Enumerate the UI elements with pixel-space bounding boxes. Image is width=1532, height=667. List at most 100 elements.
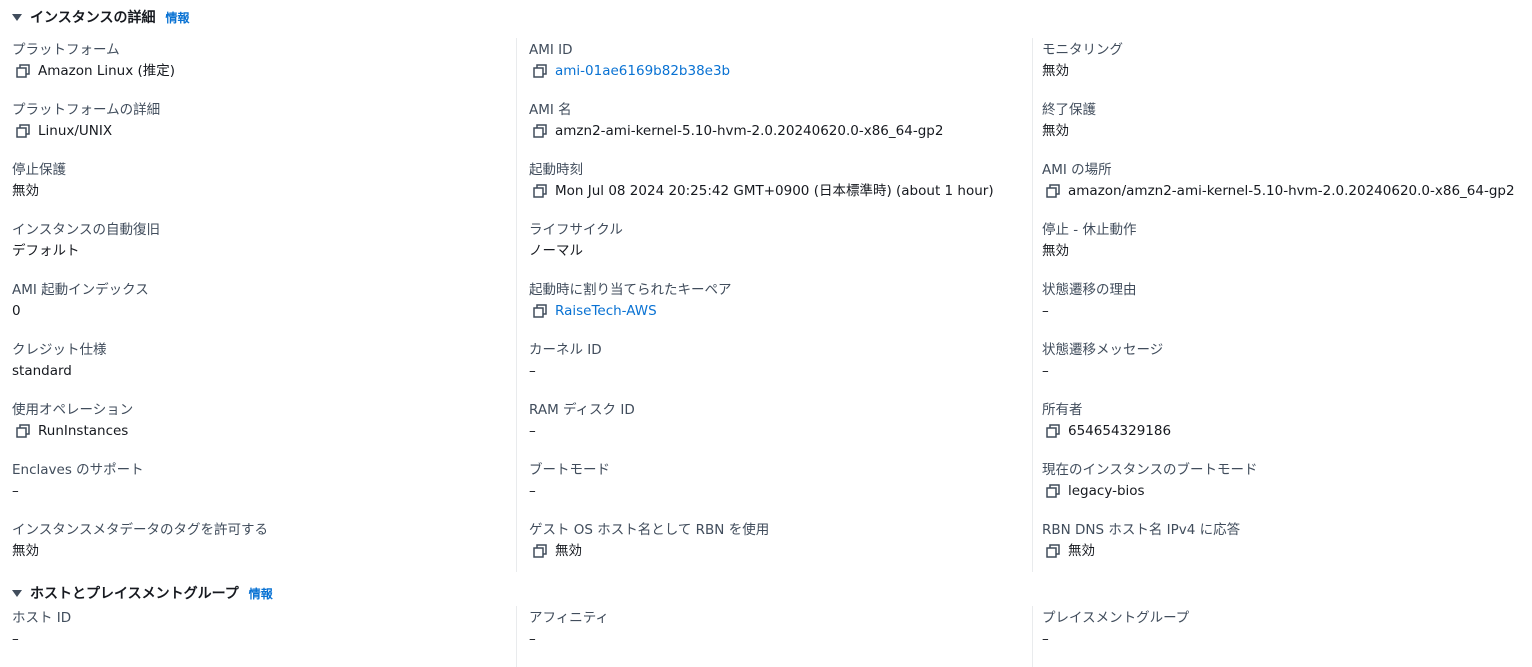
field-label: 終了保護: [1042, 102, 1096, 118]
caret-down-icon[interactable]: [12, 13, 22, 21]
field-label: カーネル ID: [529, 342, 602, 358]
field-label: ゲスト OS ホスト名として RBN を使用: [529, 522, 770, 538]
copy-icon[interactable]: [533, 184, 547, 198]
instance-details-info-link[interactable]: 情報: [165, 9, 189, 26]
copy-icon[interactable]: [1046, 544, 1060, 558]
field-instance-details-2-8: RBN DNS ホスト名 IPv4 に応答無効: [1042, 518, 1532, 578]
field-value: –: [1042, 363, 1049, 379]
field-label: 停止 - 休止動作: [1042, 222, 1137, 238]
field-value-row: amzn2-ami-kernel-5.10-hvm-2.0.20240620.0…: [529, 120, 1032, 142]
field-instance-details-1-2: 起動時刻 Mon Jul 08 2024 20:25:42 GMT+0900 (日…: [529, 158, 1032, 218]
field-value-row: 0: [12, 300, 516, 322]
instance-details-column-1: プラットフォーム Amazon Linux (推定) プラットフォームの詳細 Linu…: [0, 38, 516, 572]
field-instance-details-1-7: ブートモード –: [529, 458, 1032, 518]
field-value: Mon Jul 08 2024 20:25:42 GMT+0900 (日本標準時…: [555, 183, 994, 199]
field-label: ホスト ID: [12, 610, 72, 626]
host-placement-column-2: アフィニティ –: [516, 606, 1032, 667]
field-value: 無効: [1042, 63, 1069, 79]
field-value-row: ノーマル: [529, 240, 1032, 262]
copy-icon[interactable]: [16, 124, 30, 138]
field-host-placement-1-0: アフィニティ –: [529, 606, 1032, 666]
field-instance-details-1-8: ゲスト OS ホスト名として RBN を使用無効: [529, 518, 1032, 578]
field-label: プラットフォーム: [12, 42, 120, 58]
field-value-row: 無効: [12, 540, 516, 562]
host-placement-info-link[interactable]: 情報: [249, 585, 273, 602]
field-value-row: RaiseTech-AWS: [529, 300, 1032, 322]
field-value: Linux/UNIX: [38, 123, 113, 139]
field-value-row: –: [12, 480, 516, 502]
caret-down-icon[interactable]: [12, 589, 22, 597]
field-label: プラットフォームの詳細: [12, 102, 161, 118]
field-value: –: [12, 483, 19, 499]
field-instance-details-2-4: 状態遷移の理由 –: [1042, 278, 1532, 338]
instance-details-header: インスタンスの詳細 情報: [12, 6, 189, 28]
field-value-row: amazon/amzn2-ami-kernel-5.10-hvm-2.0.202…: [1042, 180, 1532, 202]
field-value-row: –: [12, 628, 516, 650]
field-label: 停止保護: [12, 162, 66, 178]
field-value-row: 無効: [1042, 120, 1532, 142]
field-value: Amazon Linux (推定): [38, 63, 176, 79]
copy-icon[interactable]: [1046, 424, 1060, 438]
field-label: インスタンスの自動復旧: [12, 222, 160, 238]
field-value-row: –: [1042, 300, 1532, 322]
field-value-row: legacy-bios: [1042, 480, 1532, 502]
field-value-row: RunInstances: [12, 420, 516, 442]
field-value: –: [529, 483, 536, 499]
field-value-row: 無効: [12, 180, 516, 202]
copy-icon[interactable]: [16, 64, 30, 78]
field-label: クレジット仕様: [12, 342, 107, 358]
field-instance-details-1-5: カーネル ID –: [529, 338, 1032, 398]
field-value-link[interactable]: ami-01ae6169b82b38e3b: [555, 60, 730, 82]
field-label: 状態遷移の理由: [1042, 282, 1137, 298]
field-value-row: –: [529, 480, 1032, 502]
field-value: –: [1042, 303, 1049, 319]
instance-details-grid: プラットフォーム Amazon Linux (推定) プラットフォームの詳細 Linu…: [0, 38, 1532, 572]
field-instance-details-0-0: プラットフォーム Amazon Linux (推定): [12, 38, 516, 98]
field-instance-details-2-6: 所有者 654654329186: [1042, 398, 1532, 458]
field-instance-details-0-3: インスタンスの自動復旧デフォルト: [12, 218, 516, 278]
field-value-link[interactable]: RaiseTech-AWS: [555, 300, 657, 322]
copy-icon[interactable]: [16, 424, 30, 438]
field-value-row: –: [1042, 360, 1532, 382]
field-value: –: [1042, 631, 1049, 647]
field-value-row: 無効: [1042, 240, 1532, 262]
instance-details-column-2: AMI ID ami-01ae6169b82b38e3b AMI 名 amzn2-am…: [516, 38, 1032, 572]
field-value: 無効: [12, 183, 39, 199]
field-value: RunInstances: [38, 423, 129, 439]
field-label: ライフサイクル: [529, 222, 623, 238]
field-instance-details-2-2: AMI の場所 amazon/amzn2-ami-kernel-5.10-hvm-…: [1042, 158, 1532, 218]
field-label: RBN DNS ホスト名 IPv4 に応答: [1042, 522, 1241, 538]
copy-icon[interactable]: [533, 64, 547, 78]
field-value: legacy-bios: [1068, 483, 1145, 499]
copy-icon[interactable]: [533, 304, 547, 318]
field-value: 無効: [12, 543, 39, 559]
field-value: 無効: [1042, 243, 1069, 259]
field-instance-details-0-4: AMI 起動インデックス 0: [12, 278, 516, 338]
field-value-row: 無効: [529, 540, 1032, 562]
field-value: 無効: [1068, 543, 1095, 559]
field-value: ノーマル: [529, 243, 583, 259]
field-value-row: Amazon Linux (推定): [12, 60, 516, 82]
copy-icon[interactable]: [1046, 484, 1060, 498]
field-label: AMI 起動インデックス: [12, 282, 149, 298]
field-value-row: standard: [12, 360, 516, 382]
copy-icon[interactable]: [533, 124, 547, 138]
field-host-placement-2-0: プレイスメントグループ –: [1042, 606, 1532, 666]
host-placement-grid: ホスト ID – アフィニティ – プレイスメントグループ –: [0, 606, 1532, 667]
field-label: AMI 名: [529, 102, 572, 118]
field-instance-details-1-6: RAM ディスク ID –: [529, 398, 1032, 458]
field-value-row: デフォルト: [12, 240, 516, 262]
field-instance-details-1-3: ライフサイクル ノーマル: [529, 218, 1032, 278]
copy-icon[interactable]: [533, 544, 547, 558]
field-value: –: [529, 363, 536, 379]
field-value: amazon/amzn2-ami-kernel-5.10-hvm-2.0.202…: [1068, 183, 1515, 199]
field-instance-details-0-7: Enclaves のサポート –: [12, 458, 516, 518]
host-placement-header: ホストとプレイスメントグループ 情報: [12, 582, 273, 604]
field-label: モニタリング: [1042, 42, 1123, 58]
field-label: 起動時に割り当てられたキーペア: [529, 282, 732, 298]
field-label: 使用オペレーション: [12, 402, 134, 418]
field-value: 654654329186: [1068, 423, 1172, 439]
copy-icon[interactable]: [1046, 184, 1060, 198]
field-instance-details-0-1: プラットフォームの詳細 Linux/UNIX: [12, 98, 516, 158]
field-instance-details-1-0: AMI ID ami-01ae6169b82b38e3b: [529, 38, 1032, 98]
